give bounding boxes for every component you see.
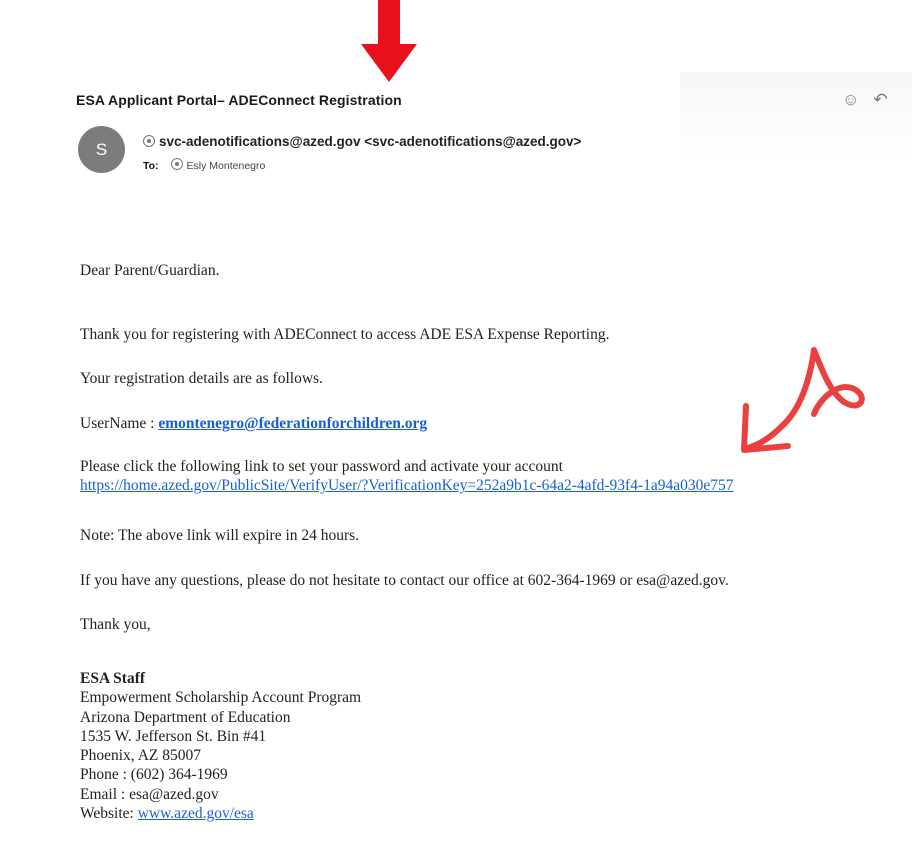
- note-line: Note: The above link will expire in 24 h…: [80, 527, 360, 544]
- closing-line: Thank you,: [80, 616, 151, 633]
- smiley-icon[interactable]: ☺: [842, 91, 859, 109]
- reply-icon[interactable]: ↶: [873, 91, 887, 109]
- contact-icon: [143, 135, 155, 147]
- signature-phone: Phone : (602) 364-1969: [80, 766, 228, 784]
- from-line: svc-adenotifications@azed.gov <svc-adeno…: [143, 134, 581, 149]
- greeting: Dear Parent/Guardian.: [80, 262, 220, 279]
- signature-email: Email : esa@azed.gov: [80, 785, 219, 803]
- contact-icon: [170, 158, 183, 170]
- email-subject: ESA Applicant Portal– ADEConnect Registr…: [76, 92, 402, 108]
- to-recipient[interactable]: Esly Montenegro: [187, 160, 266, 172]
- signature-address2: Phoenix, AZ 85007: [80, 747, 201, 765]
- details-line: Your registration details are as follows…: [80, 370, 323, 387]
- to-label: To:: [143, 160, 159, 172]
- click-line: Please click the following link to set y…: [80, 458, 563, 475]
- thanks-line: Thank you for registering with ADEConnec…: [80, 326, 610, 343]
- username-link[interactable]: emontenegro@federationforchildren.org: [158, 415, 427, 432]
- to-line: To: Esly Montenegro: [143, 158, 265, 172]
- verify-link[interactable]: https://home.azed.gov/PublicSite/VerifyU…: [80, 477, 734, 494]
- username-label: UserName :: [80, 415, 159, 432]
- website-link[interactable]: www.azed.gov/esa: [138, 805, 254, 822]
- signature-name: ESA Staff: [80, 670, 146, 687]
- signature-address1: 1535 W. Jefferson St. Bin #41: [80, 727, 267, 745]
- handdrawn-arrow-icon: [741, 347, 865, 453]
- questions-line: If you have any questions, please do not…: [80, 572, 729, 589]
- verify-line: https://home.azed.gov/PublicSite/VerifyU…: [80, 477, 734, 495]
- website-label: Website:: [80, 805, 138, 823]
- signature-department: Arizona Department of Education: [80, 708, 291, 726]
- signature-block: ESA Staff Empowerment Scholarship Accoun…: [80, 669, 361, 823]
- sender-avatar: S: [78, 126, 125, 173]
- header-actions: ☺ ↶: [842, 91, 888, 109]
- sender-initial: S: [95, 139, 108, 159]
- username-line: UserName : emontenegro@federationforchil…: [80, 415, 427, 433]
- signature-website-line: Website: www.azed.gov/esa: [80, 804, 361, 823]
- header-background: [680, 72, 912, 162]
- signature-program: Empowerment Scholarship Account Program: [80, 689, 362, 707]
- red-pointer-arrow-icon: [361, 0, 417, 82]
- from-address[interactable]: svc-adenotifications@azed.gov <svc-adeno…: [159, 134, 581, 149]
